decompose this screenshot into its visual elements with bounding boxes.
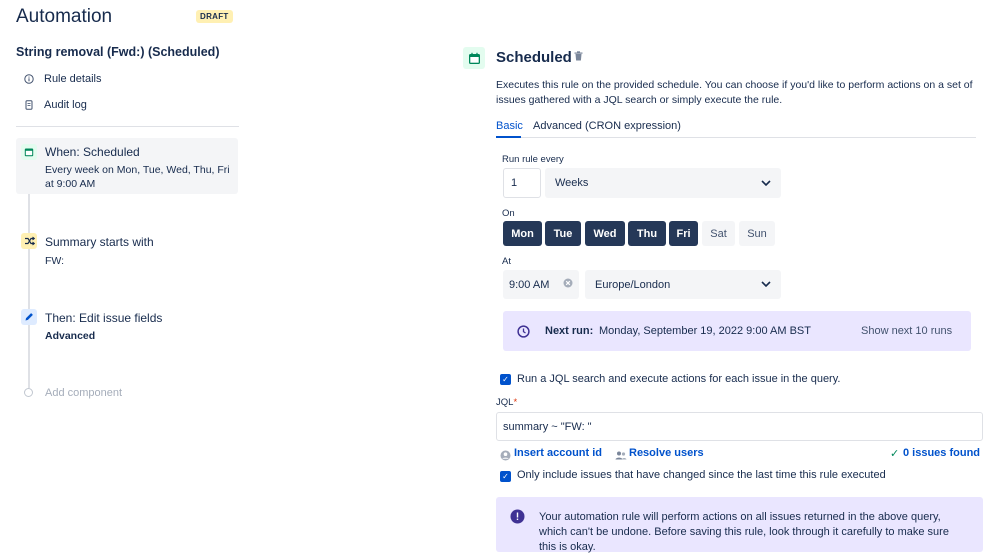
pencil-icon bbox=[21, 309, 37, 325]
day-wed[interactable]: Wed bbox=[585, 221, 625, 246]
time-select[interactable]: 9:00 AM bbox=[503, 270, 579, 299]
check-icon: ✓ bbox=[890, 448, 900, 460]
timeline-line bbox=[28, 160, 30, 388]
divider bbox=[16, 126, 239, 127]
on-label: On bbox=[502, 208, 515, 219]
day-fri[interactable]: Fri bbox=[669, 221, 698, 246]
jql-checkbox[interactable]: ✓ bbox=[500, 374, 511, 385]
add-component-dot bbox=[24, 388, 33, 397]
next-run-label: Next run: bbox=[545, 325, 594, 337]
nav-label: Rule details bbox=[44, 73, 102, 85]
document-icon bbox=[24, 100, 34, 110]
shuffle-icon bbox=[21, 233, 37, 249]
only-include-checkbox[interactable]: ✓ bbox=[500, 471, 511, 482]
people-icon bbox=[615, 448, 627, 466]
time-value: 9:00 AM bbox=[509, 278, 550, 291]
nav-audit-log[interactable]: Audit log bbox=[24, 99, 87, 111]
jql-label: JQL* bbox=[496, 397, 518, 408]
step-title[interactable]: Then: Edit issue fields bbox=[45, 311, 162, 325]
day-sun[interactable]: Sun bbox=[739, 221, 775, 246]
step-title: When: Scheduled bbox=[45, 145, 140, 159]
nav-rule-details[interactable]: Rule details bbox=[24, 73, 101, 85]
jql-check-label: Run a JQL search and execute actions for… bbox=[517, 373, 841, 385]
tab-active-indicator bbox=[496, 136, 521, 138]
resolve-users-button[interactable]: Resolve users bbox=[629, 447, 704, 459]
draft-badge: DRAFT bbox=[196, 10, 233, 23]
run-every-label: Run rule every bbox=[502, 154, 564, 165]
period-value: Weeks bbox=[555, 177, 589, 189]
period-select[interactable]: Weeks bbox=[545, 168, 781, 198]
panel-description: Executes this rule on the provided sched… bbox=[496, 79, 973, 106]
tab-basic[interactable]: Basic bbox=[496, 120, 523, 132]
interval-input[interactable]: 1 bbox=[503, 168, 541, 198]
day-mon[interactable]: Mon bbox=[503, 221, 542, 246]
clear-icon[interactable] bbox=[563, 278, 573, 291]
step-subtitle: FW: bbox=[45, 255, 65, 267]
panel-title: Scheduled bbox=[496, 49, 572, 66]
timezone-select[interactable]: Europe/London bbox=[585, 270, 781, 299]
calendar-icon bbox=[463, 47, 485, 69]
day-sat[interactable]: Sat bbox=[702, 221, 735, 246]
tab-divider bbox=[496, 137, 976, 138]
step-title[interactable]: Summary starts with bbox=[45, 235, 154, 249]
day-tue[interactable]: Tue bbox=[545, 221, 581, 246]
at-label: At bbox=[502, 256, 511, 267]
step-subtitle: Every week on Mon, Tue, Wed, Thu, Fri bbox=[45, 164, 230, 176]
issues-found-link[interactable]: 0 issues found bbox=[903, 447, 980, 459]
warning-icon bbox=[510, 509, 525, 529]
trash-icon[interactable] bbox=[574, 51, 583, 64]
only-include-label: Only include issues that have changed si… bbox=[517, 469, 886, 481]
tab-advanced[interactable]: Advanced (CRON expression) bbox=[533, 120, 681, 132]
insert-account-id-button[interactable]: Insert account id bbox=[514, 447, 602, 459]
rule-name: String removal (Fwd:) (Scheduled) bbox=[16, 45, 220, 59]
clock-icon bbox=[517, 325, 530, 343]
page-title: Automation bbox=[16, 6, 113, 27]
jql-input[interactable]: summary ~ "FW: " bbox=[496, 412, 983, 441]
step-subtitle: Advanced bbox=[45, 330, 96, 342]
warning-text: Your automation rule will perform action… bbox=[539, 511, 949, 553]
nav-label: Audit log bbox=[44, 99, 87, 111]
step-subtitle: at 9:00 AM bbox=[45, 178, 96, 190]
chevron-down-icon bbox=[761, 279, 771, 290]
day-thu[interactable]: Thu bbox=[628, 221, 666, 246]
calendar-icon bbox=[21, 144, 37, 160]
user-icon bbox=[500, 448, 511, 466]
add-component[interactable]: Add component bbox=[45, 387, 122, 399]
show-next-runs-button[interactable]: Show next 10 runs bbox=[861, 325, 952, 337]
chevron-down-icon bbox=[761, 178, 771, 189]
info-icon bbox=[24, 74, 34, 84]
timezone-value: Europe/London bbox=[595, 278, 671, 291]
next-run-value: Monday, September 19, 2022 9:00 AM BST bbox=[599, 325, 811, 337]
